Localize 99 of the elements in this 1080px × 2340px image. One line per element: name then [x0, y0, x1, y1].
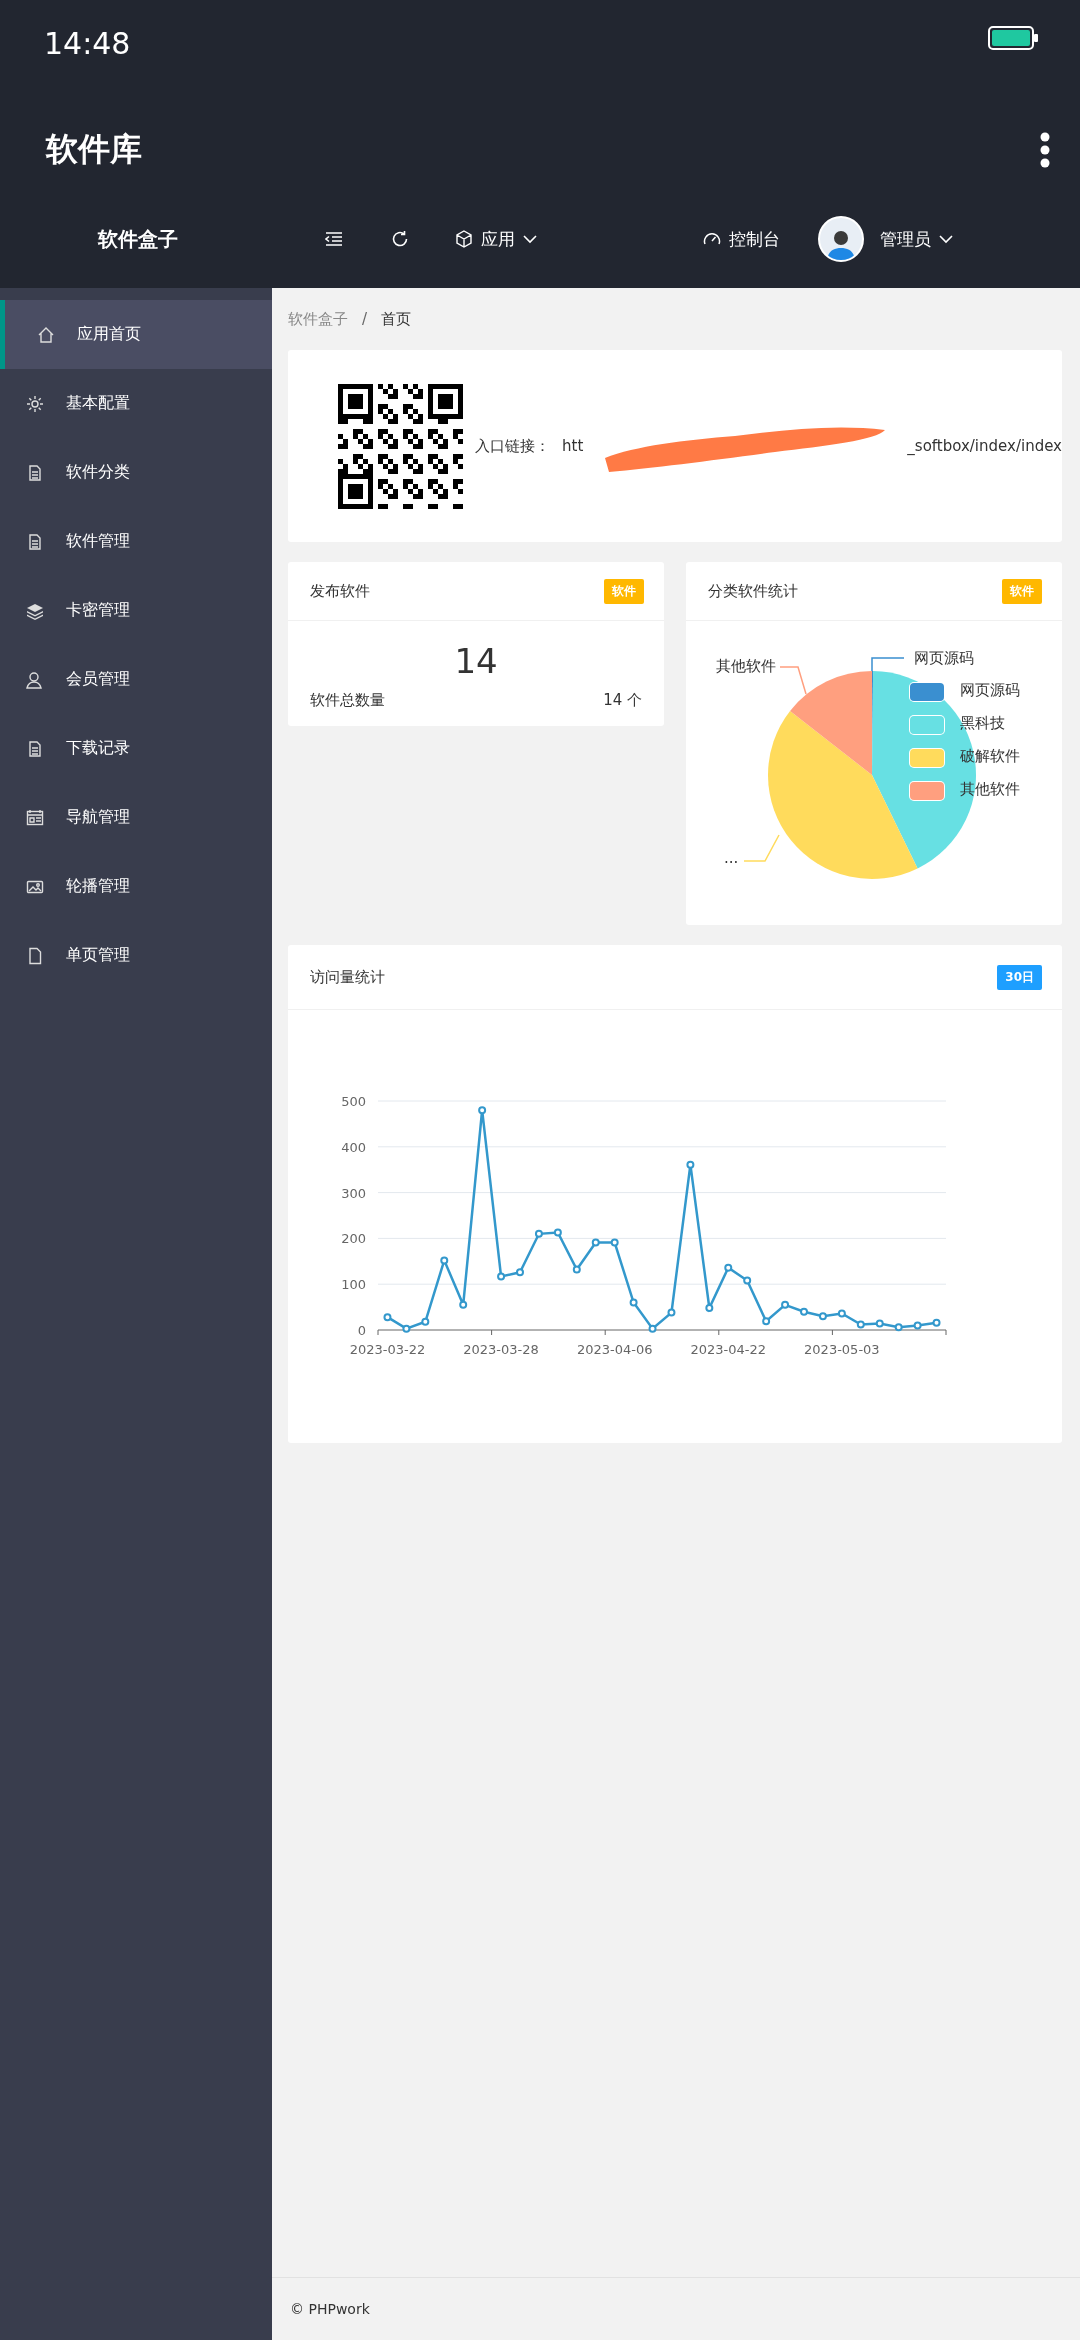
chevron-down-icon [939, 234, 953, 244]
app-title: 软件库 [46, 129, 142, 170]
data-point [724, 1263, 733, 1272]
calendar-icon [26, 808, 44, 827]
menu-collapse-icon [325, 231, 343, 247]
battery-icon [988, 26, 1040, 50]
sidebar-item[interactable]: 卡密管理 [0, 576, 273, 645]
data-point [459, 1300, 468, 1309]
qr-code-icon [338, 383, 464, 509]
slice-label: ... [724, 849, 739, 867]
breadcrumb-link[interactable]: 首页 [381, 309, 412, 329]
card-title: 发布软件 [310, 581, 371, 601]
user-menu[interactable]: 管理员 [872, 219, 961, 259]
data-point [610, 1238, 619, 1247]
url-text: htt [562, 437, 584, 455]
data-point [572, 1265, 581, 1274]
data-point [629, 1298, 638, 1307]
leader-line [743, 834, 780, 862]
document-icon [26, 463, 44, 482]
card-title: 访问量统计 [310, 967, 386, 987]
refresh-icon [391, 230, 409, 248]
avatar[interactable] [818, 216, 864, 262]
axis-label: 400 [341, 1139, 367, 1155]
apps-menu[interactable]: 应用 [447, 219, 545, 259]
legend-label[interactable]: 网页源码 [960, 681, 1020, 700]
sidebar-item[interactable]: 轮播管理 [0, 852, 273, 921]
status-time: 14:48 [44, 26, 131, 61]
copyright: © PHPwork [290, 2301, 370, 2317]
legend-label[interactable]: 黑科技 [960, 714, 1005, 733]
console-link[interactable]: 控制台 [695, 219, 788, 259]
sidebar-item[interactable]: 导航管理 [0, 783, 273, 852]
data-point [553, 1228, 562, 1237]
tag: 软件 [604, 578, 644, 604]
sidebar-item[interactable]: 应用首页 [0, 300, 273, 369]
data-point [516, 1268, 525, 1277]
url-text: _softbox/index/index [907, 437, 1062, 455]
cube-icon [455, 230, 473, 248]
axis-label: 2023-05-03 [804, 1342, 880, 1357]
data-point [743, 1276, 752, 1285]
slice-label: 网页源码 [914, 649, 974, 668]
data-point [932, 1318, 941, 1327]
document-icon [26, 532, 44, 551]
data-point [648, 1324, 657, 1333]
page-icon [26, 946, 44, 965]
data-point [800, 1307, 809, 1316]
user-icon [26, 670, 44, 689]
legend-label[interactable]: 其他软件 [960, 780, 1020, 799]
breadcrumb-separator: / [362, 310, 368, 328]
card-title: 分类软件统计 [708, 581, 798, 601]
sidebar-item[interactable]: 软件管理 [0, 507, 273, 576]
data-point [591, 1238, 600, 1247]
data-point [534, 1229, 543, 1238]
data-point [383, 1313, 392, 1322]
data-point [421, 1317, 430, 1326]
document-icon [26, 739, 44, 758]
sidebar-item[interactable]: 会员管理 [0, 645, 273, 714]
data-point [913, 1321, 922, 1330]
entry-label: 入口链接： [475, 436, 551, 456]
data-point [856, 1320, 865, 1329]
home-icon [37, 325, 55, 344]
settings-icon [26, 394, 44, 413]
axis-label: 0 [357, 1323, 367, 1338]
data-point [402, 1324, 411, 1333]
total-label: 软件总数量 [310, 691, 386, 710]
axis-label: 100 [341, 1277, 367, 1293]
data-point [497, 1272, 506, 1281]
leader-line [871, 657, 905, 672]
data-point [894, 1323, 903, 1332]
data-point [705, 1304, 714, 1312]
software-count: 14 [453, 640, 499, 683]
more-icon[interactable] [1040, 132, 1050, 168]
axis-label: 300 [341, 1185, 367, 1201]
sidebar-item[interactable]: 下载记录 [0, 714, 273, 783]
axis-label: 2023-03-28 [463, 1342, 539, 1357]
total-value: 14 个 [603, 691, 642, 710]
axis-label: 2023-04-06 [576, 1342, 653, 1357]
chevron-down-icon [523, 234, 537, 244]
data-point [781, 1300, 790, 1309]
sidebar-item[interactable]: 软件分类 [0, 438, 273, 507]
data-point [837, 1309, 846, 1318]
data-point [686, 1160, 695, 1169]
axis-label: 2023-04-22 [690, 1342, 767, 1357]
tag: 软件 [1002, 578, 1042, 604]
data-point [818, 1312, 827, 1321]
data-point [667, 1308, 676, 1317]
sidebar-item[interactable]: 基本配置 [0, 369, 273, 438]
data-point [875, 1319, 884, 1328]
axis-label: 200 [341, 1231, 367, 1247]
tag: 30日 [997, 964, 1042, 990]
sidebar-item[interactable]: 单页管理 [0, 921, 273, 990]
data-point [762, 1317, 771, 1326]
leader-line [779, 666, 807, 695]
axis-label: 2023-03-22 [349, 1342, 426, 1357]
layers-icon [26, 601, 44, 620]
data-point [478, 1106, 487, 1115]
axis-label: 500 [341, 1094, 367, 1109]
brand-name: 软件盒子 [96, 225, 179, 253]
data-point [440, 1256, 449, 1265]
slice-label: 其他软件 [716, 657, 776, 676]
